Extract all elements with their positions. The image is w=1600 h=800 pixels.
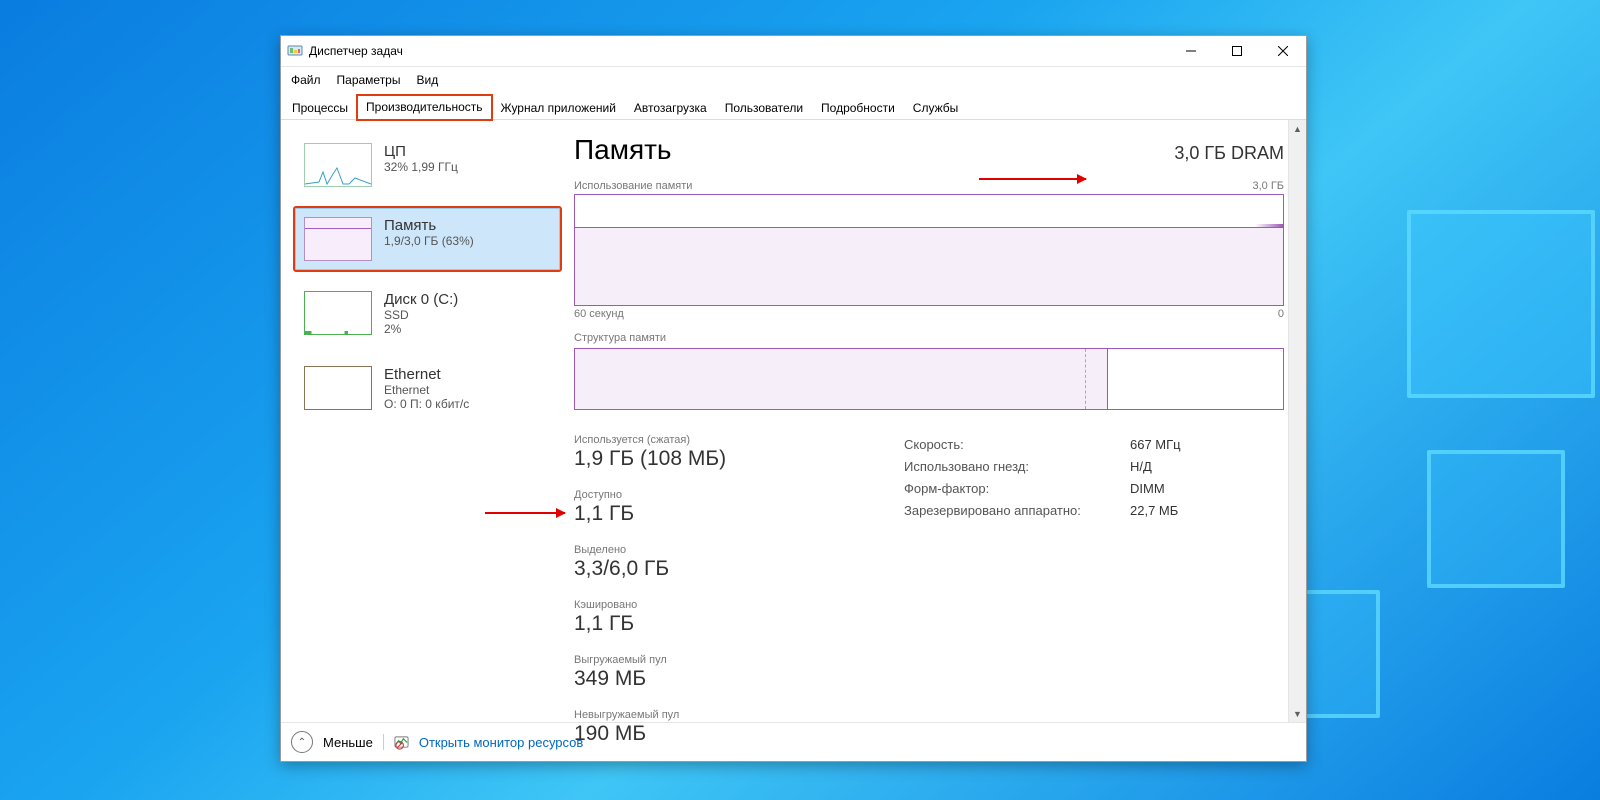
metric-nonpagedpool-label: Невыгружаемый пул [574,709,694,721]
menu-view[interactable]: Вид [408,70,446,90]
maximize-button[interactable] [1214,36,1260,66]
sidebar-disk-sub: SSD [384,308,458,322]
sidebar-memory-title: Память [384,217,474,234]
tab-performance[interactable]: Производительность [357,95,491,120]
sidebar-cpu-title: ЦП [384,143,458,160]
scroll-up-icon[interactable]: ▲ [1289,120,1306,137]
tab-users[interactable]: Пользователи [716,96,812,120]
footer-divider [383,734,384,750]
spec-slots-label: Использовано гнезд: [904,456,1114,478]
tab-processes[interactable]: Процессы [283,96,357,120]
composition-standby [1108,349,1283,409]
metric-commit-label: Выделено [574,544,724,556]
metric-cached-label: Кэшировано [574,599,694,611]
sidebar-item-ethernet[interactable]: Ethernet Ethernet О: 0 П: 0 кбит/с [295,357,560,420]
sidebar-memory-sub: 1,9/3,0 ГБ (63%) [384,234,474,248]
memory-thumb-icon [304,217,372,261]
close-button[interactable] [1260,36,1306,66]
spec-form-value: DIMM [1130,478,1165,500]
titlebar[interactable]: Диспетчер задач [281,36,1306,67]
metric-pagedpool-value: 349 МБ [574,667,724,691]
tab-app-history[interactable]: Журнал приложений [492,96,625,120]
app-icon [287,43,303,59]
sidebar-item-memory[interactable]: Память 1,9/3,0 ГБ (63%) [295,208,560,270]
fewer-details-button[interactable]: Меньше [323,735,373,750]
ethernet-thumb-icon [304,366,372,410]
page-title: Память [574,134,672,166]
menu-file[interactable]: Файл [283,70,329,90]
cpu-thumb-icon [304,143,372,187]
menubar: Файл Параметры Вид [281,67,1306,93]
tab-startup[interactable]: Автозагрузка [625,96,716,120]
open-resource-monitor-link[interactable]: Открыть монитор ресурсов [419,735,583,750]
composition-label: Структура памяти [574,332,1284,344]
main-panel: Память 3,0 ГБ DRAM Использование памяти … [574,134,1284,722]
sidebar-disk-title: Диск 0 (C:) [384,291,458,308]
usage-graph-label: Использование памяти [574,180,692,192]
memory-usage-fill [575,227,1283,305]
wallpaper-shape [1427,450,1565,588]
sidebar-item-cpu[interactable]: ЦП 32% 1,99 ГГц [295,134,560,196]
scroll-down-icon[interactable]: ▼ [1289,705,1306,722]
metric-avail-value: 1,1 ГБ [574,502,694,526]
metric-used-value: 1,9 ГБ (108 МБ) [574,447,726,471]
sidebar-cpu-sub: 32% 1,99 ГГц [384,160,458,174]
chevron-up-icon[interactable]: ⌃ [291,731,313,753]
sidebar-item-disk[interactable]: Диск 0 (C:) SSD 2% [295,282,560,345]
memory-composition-bar[interactable] [574,348,1284,410]
wallpaper-shape [1407,210,1595,398]
memory-capacity-label: 3,0 ГБ DRAM [1174,143,1284,164]
sidebar-eth-sub: Ethernet [384,383,469,397]
metric-cached-value: 1,1 ГБ [574,612,694,636]
spec-hwres-label: Зарезервировано аппаратно: [904,500,1114,522]
task-manager-window: Диспетчер задач Файл Параметры Вид Проце… [280,35,1307,762]
spec-form-label: Форм-фактор: [904,478,1114,500]
composition-modified [1086,349,1108,409]
vertical-scrollbar[interactable]: ▲ ▼ [1288,120,1306,722]
spec-speed-value: 667 МГц [1130,434,1181,456]
sidebar-disk-sub2: 2% [384,322,458,336]
sidebar-eth-sub2: О: 0 П: 0 кбит/с [384,397,469,411]
annotation-arrow-icon [979,178,1086,180]
spec-slots-value: Н/Д [1130,456,1152,478]
menu-options[interactable]: Параметры [329,70,409,90]
metric-avail-label: Доступно [574,489,694,501]
metric-pagedpool-label: Выгружаемый пул [574,654,724,666]
axis-right: 0 [1278,308,1284,320]
axis-left: 60 секунд [574,308,624,320]
metric-used-label: Используется (сжатая) [574,434,726,446]
window-title: Диспетчер задач [309,44,403,58]
usage-graph-max: 3,0 ГБ [1252,180,1284,192]
sidebar-eth-title: Ethernet [384,366,469,383]
composition-in-use [575,349,1086,409]
resource-monitor-icon [394,735,409,750]
footer-bar: ⌃ Меньше Открыть монитор ресурсов [281,722,1306,761]
disk-thumb-icon [304,291,372,335]
minimize-button[interactable] [1168,36,1214,66]
tabbar: Процессы Производительность Журнал прило… [281,93,1306,120]
perf-sidebar: ЦП 32% 1,99 ГГц Память 1,9/3,0 ГБ (63%) … [281,120,560,722]
memory-usage-graph[interactable] [574,194,1284,306]
tab-details[interactable]: Подробности [812,96,904,120]
tab-services[interactable]: Службы [904,96,967,120]
spec-hwres-value: 22,7 МБ [1130,500,1178,522]
spec-speed-label: Скорость: [904,434,1114,456]
metric-commit-value: 3,3/6,0 ГБ [574,557,724,581]
annotation-arrow-icon [485,512,565,514]
